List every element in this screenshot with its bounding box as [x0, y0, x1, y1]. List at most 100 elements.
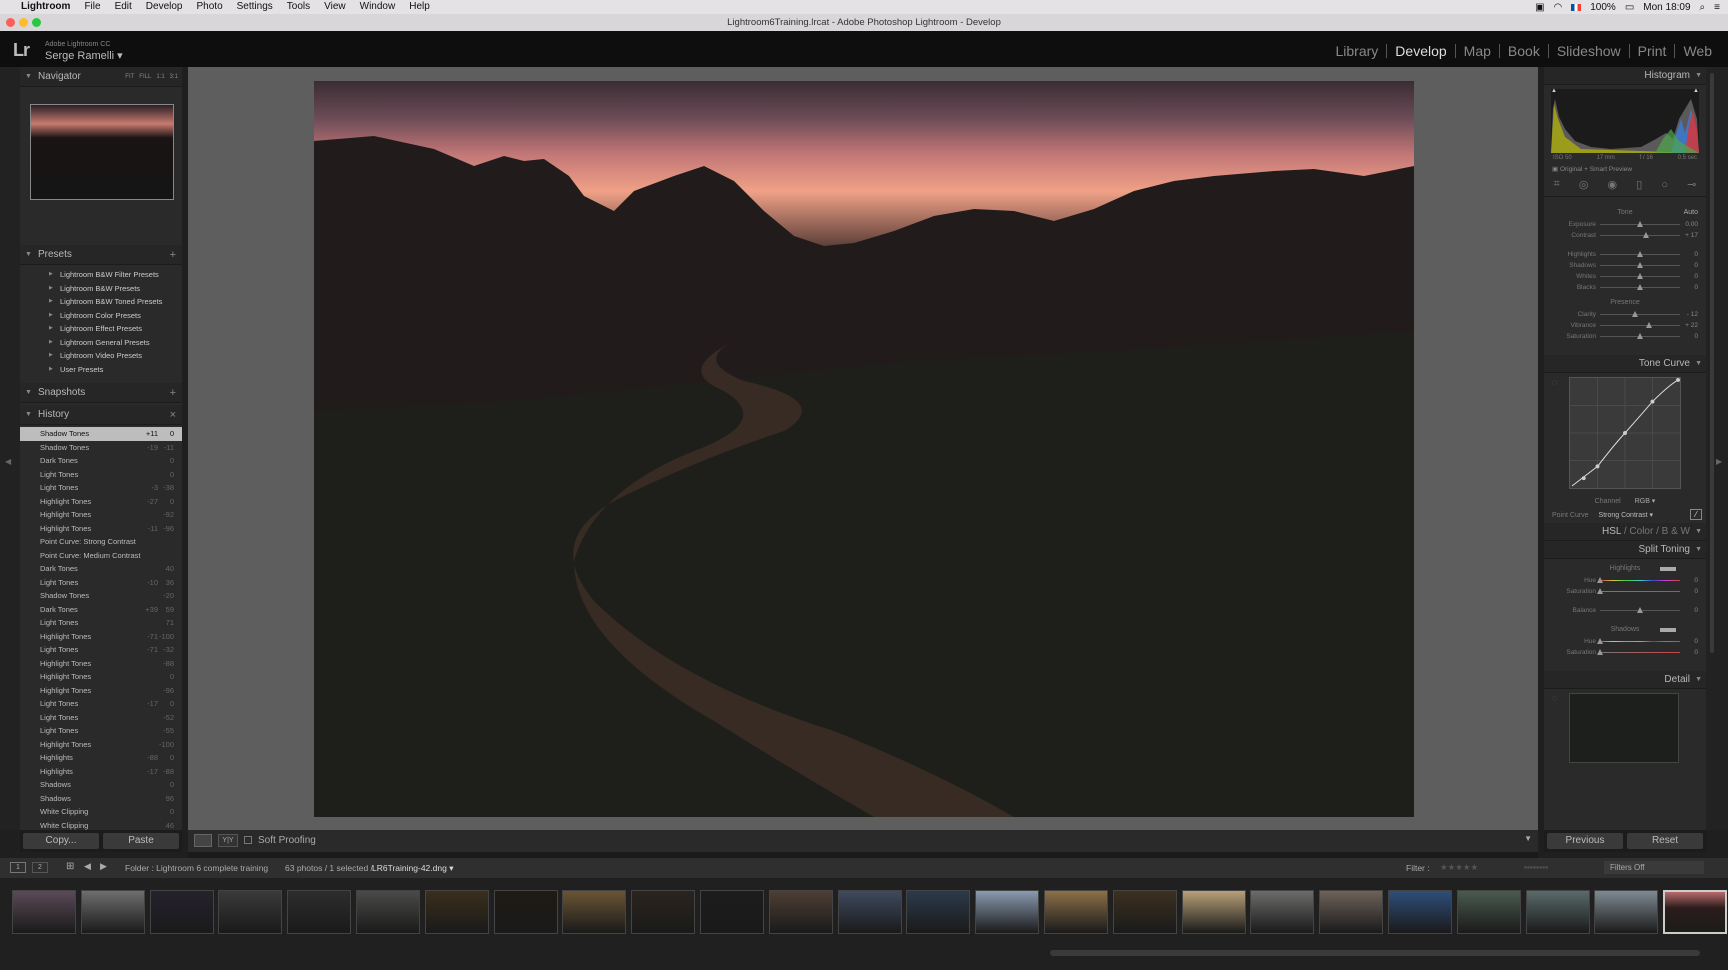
- star-filter[interactable]: ★★★★★: [1440, 862, 1478, 873]
- forward-arrow-icon[interactable]: ▶: [100, 861, 107, 872]
- history-step[interactable]: Shadow Tones -19 -11: [20, 441, 182, 455]
- filmstrip-thumbnail[interactable]: [562, 890, 627, 934]
- filmstrip-thumbnail[interactable]: [906, 890, 971, 934]
- history-step[interactable]: Shadows 96: [20, 792, 182, 806]
- history-header[interactable]: History ×: [20, 405, 182, 425]
- color-tab[interactable]: Color: [1629, 526, 1653, 537]
- wifi-icon[interactable]: ◠: [1554, 2, 1563, 13]
- filmstrip-thumbnail[interactable]: [700, 890, 764, 934]
- slider-knob[interactable]: [1637, 273, 1643, 279]
- battery-icon[interactable]: ▭: [1625, 2, 1634, 13]
- history-step[interactable]: Point Curve: Medium Contrast: [20, 549, 182, 563]
- menu-tools[interactable]: Tools: [280, 0, 317, 14]
- filmstrip-thumbnail[interactable]: [149, 890, 214, 934]
- history-step[interactable]: Highlight Tones -88: [20, 657, 182, 671]
- slider-blacks[interactable]: Blacks 0: [1544, 282, 1706, 293]
- tone-curve-header[interactable]: Tone Curve: [1544, 355, 1706, 373]
- history-step[interactable]: Shadow Tones -20: [20, 589, 182, 603]
- module-book[interactable]: Book: [1498, 44, 1548, 58]
- slider-value[interactable]: 0: [1694, 271, 1698, 282]
- tone-curve-graph[interactable]: [1569, 377, 1681, 489]
- menu-app[interactable]: Lightroom: [14, 0, 77, 14]
- collapse-left-arrow-icon[interactable]: ◀: [5, 457, 11, 466]
- filmstrip-thumbnail[interactable]: [1181, 890, 1246, 934]
- slider-value[interactable]: 0.00: [1685, 219, 1698, 230]
- filmstrip-thumbnail[interactable]: [80, 890, 145, 934]
- history-step[interactable]: Light Tones -55: [20, 724, 182, 738]
- module-web[interactable]: Web: [1674, 44, 1720, 58]
- history-step[interactable]: Highlight Tones -100: [20, 738, 182, 752]
- presets-header[interactable]: Presets +: [20, 245, 182, 265]
- history-step[interactable]: Highlight Tones -92: [20, 508, 182, 522]
- history-step[interactable]: Highlight Tones -27 0: [20, 495, 182, 509]
- filmstrip-thumbnail[interactable]: [1044, 890, 1108, 934]
- slider-knob[interactable]: [1645, 322, 1652, 328]
- toolbar-dropdown-icon[interactable]: ▼: [1524, 834, 1532, 843]
- history-step[interactable]: Shadow Tones +11 0: [20, 427, 182, 441]
- search-icon[interactable]: ⌕: [1700, 2, 1706, 13]
- slider-value[interactable]: 0: [1694, 282, 1698, 293]
- slider-knob[interactable]: [1637, 262, 1643, 268]
- history-step[interactable]: Light Tones -10 36: [20, 576, 182, 590]
- graduated-filter-icon[interactable]: ▯: [1636, 178, 1642, 191]
- slider-highlights[interactable]: Highlights 0: [1544, 249, 1706, 260]
- zoom-fit[interactable]: FIT: [125, 67, 134, 87]
- filmstrip-thumbnail[interactable]: [837, 890, 902, 934]
- zoom-1-1[interactable]: 1:1: [156, 67, 164, 87]
- menu-develop[interactable]: Develop: [139, 0, 190, 14]
- preset-folder[interactable]: Lightroom General Presets: [20, 336, 182, 350]
- menu-window[interactable]: Window: [353, 0, 403, 14]
- split-toning-header[interactable]: Split Toning: [1544, 541, 1706, 559]
- histogram-header[interactable]: Histogram: [1544, 67, 1706, 85]
- filmstrip-scrollbar[interactable]: [1050, 950, 1700, 956]
- shadow-clipping-icon[interactable]: ▲: [1551, 88, 1557, 94]
- history-step[interactable]: Highlights -88 0: [20, 751, 182, 765]
- auto-button[interactable]: Auto: [1684, 207, 1698, 219]
- detail-target-icon[interactable]: ◌: [1552, 693, 1557, 703]
- preset-folder[interactable]: Lightroom Effect Presets: [20, 322, 182, 336]
- user-name[interactable]: Serge Ramelli ▾: [45, 49, 123, 62]
- history-step[interactable]: Light Tones -17 0: [20, 697, 182, 711]
- detail-preview[interactable]: [1569, 693, 1679, 763]
- targeted-adjustment-icon[interactable]: ◌: [1552, 377, 1557, 387]
- history-step[interactable]: Dark Tones 40: [20, 562, 182, 576]
- navigator-header[interactable]: Navigator FIT FILL 1:1 3:1: [20, 67, 182, 87]
- filmstrip-thumbnail[interactable]: [631, 890, 696, 934]
- slider-knob[interactable]: [1637, 284, 1643, 290]
- flag-icon[interactable]: [1571, 3, 1582, 11]
- module-slideshow[interactable]: Slideshow: [1547, 44, 1629, 58]
- preset-folder[interactable]: Lightroom B&W Presets: [20, 282, 182, 296]
- slider-saturation[interactable]: Saturation 0: [1544, 331, 1706, 342]
- add-snapshot-icon[interactable]: +: [170, 383, 176, 403]
- slider-value[interactable]: 0: [1694, 260, 1698, 271]
- camera-icon[interactable]: ▣: [1535, 2, 1544, 13]
- copy-button[interactable]: Copy...: [23, 833, 99, 849]
- history-step[interactable]: Dark Tones +39 59: [20, 603, 182, 617]
- zoom-window-button[interactable]: [32, 18, 41, 27]
- history-step[interactable]: White Clipping 0: [20, 805, 182, 819]
- clock[interactable]: Mon 18:09: [1643, 2, 1690, 13]
- slider-knob[interactable]: [1632, 311, 1639, 317]
- preset-folder[interactable]: Lightroom Video Presets: [20, 349, 182, 363]
- flag-filter[interactable]: ▪▪▪▪▪▪▪▪: [1524, 862, 1548, 872]
- history-step[interactable]: Light Tones -52: [20, 711, 182, 725]
- filmstrip-thumbnail[interactable]: [1112, 890, 1177, 934]
- filmstrip-thumbnail[interactable]: [1319, 890, 1384, 934]
- collapse-right-arrow-icon[interactable]: ▶: [1716, 457, 1722, 466]
- slider-track[interactable]: [1600, 314, 1680, 315]
- previous-button[interactable]: Previous: [1547, 833, 1623, 849]
- highlight-clipping-icon[interactable]: ▲: [1693, 88, 1699, 94]
- loupe-view-icon[interactable]: [194, 834, 212, 847]
- filmstrip-thumbnail[interactable]: [768, 890, 833, 934]
- add-preset-icon[interactable]: +: [170, 245, 176, 265]
- history-step[interactable]: Dark Tones 0: [20, 454, 182, 468]
- preset-folder[interactable]: User Presets: [20, 363, 182, 377]
- bw-tab[interactable]: B & W: [1662, 526, 1690, 537]
- window-2-button[interactable]: 2: [32, 862, 48, 873]
- zoom-fill[interactable]: FILL: [139, 67, 151, 87]
- history-step[interactable]: Shadows 0: [20, 778, 182, 792]
- filmstrip-thumbnail[interactable]: [1388, 890, 1452, 934]
- slider-knob[interactable]: [1637, 251, 1643, 257]
- menu-settings[interactable]: Settings: [230, 0, 280, 14]
- st-shadows-hue[interactable]: Hue 0: [1544, 636, 1706, 647]
